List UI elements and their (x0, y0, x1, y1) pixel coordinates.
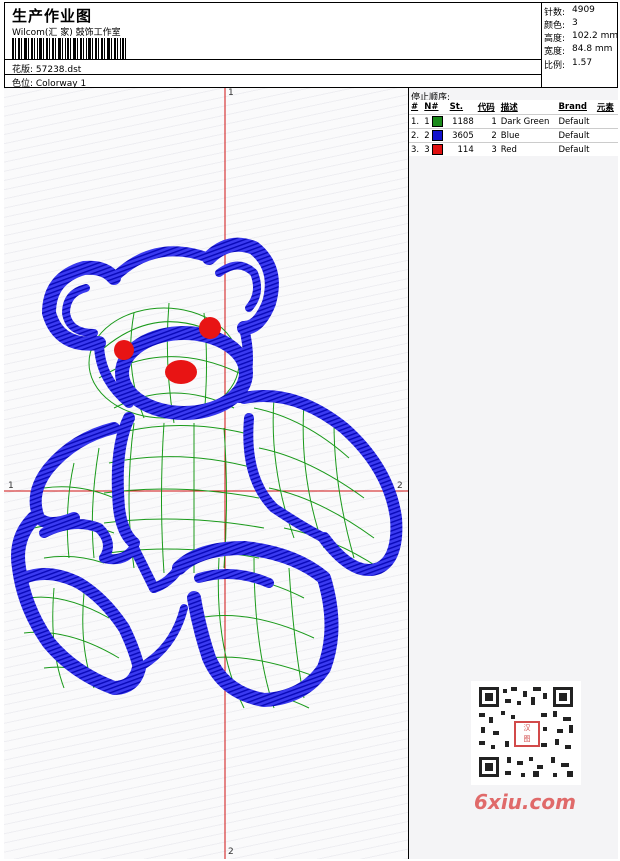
row-stitches: 114 (447, 142, 476, 156)
row-desc: Dark Green (498, 114, 557, 129)
embroidery-preview (4, 88, 408, 859)
row-needle: 2 (422, 128, 448, 143)
colors-label: 颜色: (544, 21, 566, 31)
row-index: 1. (409, 114, 423, 129)
row-needle: 1 (422, 114, 448, 129)
height-value: 102.2 mm (572, 31, 619, 41)
qr-stamp-logo: 汉图 (514, 721, 540, 747)
row-code: 3 (475, 142, 499, 156)
row-index: 2. (409, 128, 423, 143)
top-marker: 1 (228, 88, 234, 98)
row-brand: Default (556, 128, 595, 143)
col-header-stitches: St. (449, 102, 464, 112)
width-label: 宽度: (544, 47, 566, 57)
row-code: 2 (475, 128, 499, 143)
color-swatch (432, 116, 444, 127)
bottom-marker: 2 (228, 847, 234, 857)
barcode (12, 38, 126, 60)
col-header-index: # (411, 102, 419, 112)
company-name: Wilcom(汇 家) 鼓饰工作室 (12, 28, 121, 38)
row-desc: Blue (498, 128, 557, 143)
col-header-element: 元素 (596, 103, 614, 113)
row-stitches: 3605 (447, 128, 476, 143)
divider (4, 59, 542, 60)
stitches-value: 4909 (572, 5, 595, 15)
row-index: 3. (409, 142, 423, 156)
scale-value: 1.57 (572, 58, 593, 68)
row-code: 1 (475, 114, 499, 129)
stop-sequence-table: # N# St. 代码 描述 Brand 元素 1. 1 1188 1 Dark… (409, 100, 618, 156)
color-swatch (432, 130, 444, 141)
col-header-code: 代码 (477, 103, 495, 113)
left-marker: 1 (8, 481, 14, 491)
right-marker: 2 (397, 481, 403, 491)
height-label: 高度: (544, 34, 566, 44)
row-element (594, 128, 618, 143)
row-needle: 3 (422, 142, 448, 156)
stitches-label: 针数: (544, 8, 566, 18)
row-desc: Red (498, 142, 557, 156)
color-swatch (432, 144, 444, 155)
width-value: 84.8 mm (572, 44, 613, 54)
table-row[interactable]: 2. 2 3605 2 Blue Default (409, 128, 618, 143)
row-element (594, 142, 618, 156)
page-title: 生产作业图 (12, 7, 93, 25)
watermark: 6xiu.com (474, 790, 576, 814)
stats-panel: 针数: 4909 颜色: 3 高度: 102.2 mm 宽度: 84.8 mm … (541, 2, 618, 88)
colors-value: 3 (572, 18, 578, 28)
blue-satin-outline (11, 237, 403, 707)
col-header-needle: N# (424, 102, 439, 112)
table-header: # N# St. 代码 描述 Brand 元素 (409, 100, 618, 115)
row-stitches: 1188 (447, 114, 476, 129)
col-header-desc: 描述 (500, 103, 518, 113)
row-element (594, 114, 618, 129)
header: 生产作业图 Wilcom(汇 家) 鼓饰工作室 花版: 57238.dst 色位… (4, 2, 618, 89)
col-header-brand: Brand (558, 102, 587, 112)
row-brand: Default (556, 142, 595, 156)
divider (4, 74, 542, 75)
row-brand: Default (556, 114, 595, 129)
design-canvas[interactable]: 1 1 2 2 (4, 88, 409, 859)
scale-label: 比例: (544, 61, 566, 71)
table-row[interactable]: 3. 3 114 3 Red Default (409, 142, 618, 156)
table-row[interactable]: 1. 1 1188 1 Dark Green Default (409, 114, 618, 129)
